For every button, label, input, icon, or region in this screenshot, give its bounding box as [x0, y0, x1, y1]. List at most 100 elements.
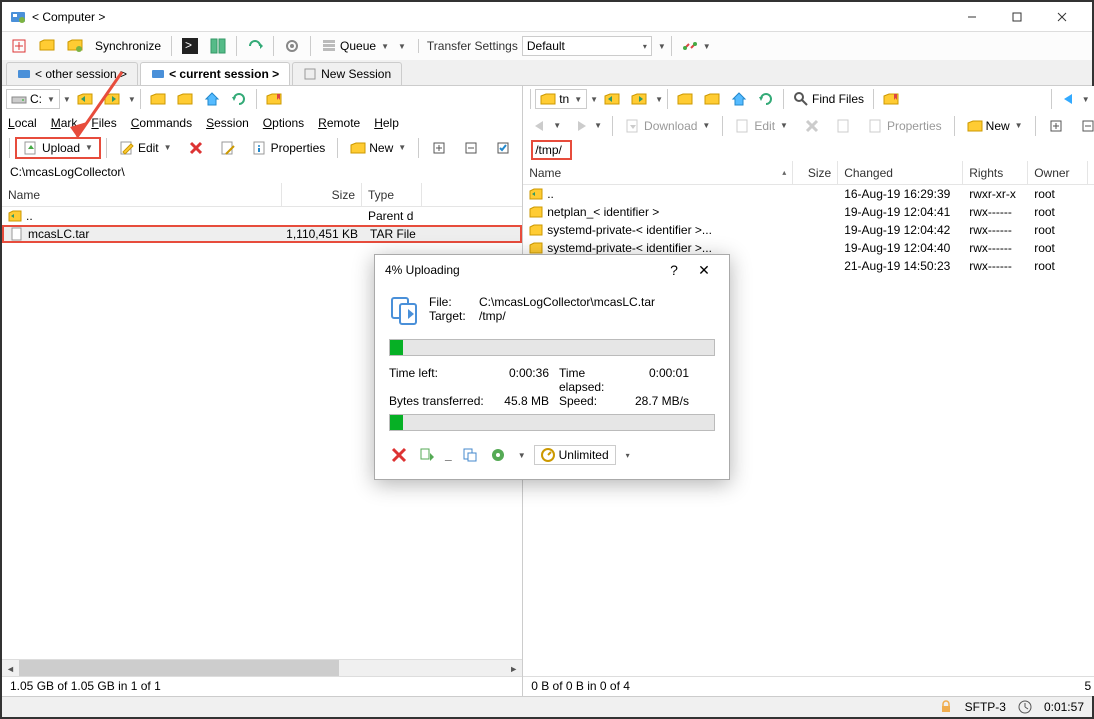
queue-button[interactable]: Queue▼ [316, 35, 394, 57]
remote-col-rights[interactable]: Rights [963, 161, 1028, 184]
reconnect-icon[interactable]: ▼ [677, 35, 716, 57]
cancel-transfer-button[interactable] [389, 445, 409, 465]
sites-icon[interactable] [34, 35, 60, 57]
close-button[interactable] [1039, 3, 1084, 31]
list-item[interactable]: mcasLC.tar 1,110,451 KB TAR File [2, 225, 522, 243]
time-left-value: 0:00:36 [489, 366, 549, 394]
local-col-name[interactable]: Name [2, 183, 282, 206]
select-icon[interactable] [488, 137, 518, 159]
menu-files[interactable]: Files [91, 116, 116, 130]
local-drive-select[interactable]: C:▼ [6, 89, 60, 109]
menu-help[interactable]: Help [374, 116, 399, 130]
remote-expand-icon[interactable] [1041, 115, 1071, 137]
parent-dir-icon [529, 187, 543, 201]
dialog-help-button[interactable]: ? [659, 262, 689, 278]
edit-button[interactable]: Edit▼ [112, 137, 179, 159]
overall-progress [389, 414, 715, 431]
tab-current-session[interactable]: < current session > [140, 62, 290, 85]
local-home-icon[interactable] [199, 88, 225, 110]
remote-rename-icon [829, 115, 859, 137]
local-forward-icon[interactable] [99, 88, 125, 110]
commander-icon[interactable] [205, 35, 231, 57]
minimize-button[interactable] [949, 3, 994, 31]
list-item[interactable]: netplan_< identifier > 19-Aug-19 12:04:4… [523, 203, 1094, 221]
remote-parent-icon[interactable] [672, 88, 698, 110]
local-parent-icon[interactable] [145, 88, 171, 110]
queue-transfer-button[interactable] [460, 445, 480, 465]
main-toolbar: Synchronize > Queue▼ ▼ Transfer Settings… [2, 32, 1092, 60]
new-session-icon[interactable] [6, 35, 32, 57]
local-col-size[interactable]: Size [282, 183, 362, 206]
remote-new-button[interactable]: New▼ [960, 115, 1030, 137]
tab-other-session[interactable]: < other session > [6, 62, 138, 85]
status-time-icon [1018, 700, 1032, 714]
remote-path-text: /tmp/ [531, 140, 572, 160]
delete-button[interactable] [181, 137, 211, 159]
local-path-text: C:\mcasLogCollector\ [10, 165, 125, 179]
tab-new-session[interactable]: New Session [292, 62, 402, 85]
upload-button[interactable]: Upload▼ [15, 137, 101, 159]
status-time: 0:01:57 [1044, 700, 1084, 714]
dialog-file-value: C:\mcasLogCollector\mcasLC.tar [479, 295, 655, 309]
synchronize-button[interactable]: Synchronize [90, 35, 166, 57]
titlebar: < Computer > [2, 2, 1092, 32]
remote-col-changed[interactable]: Changed [838, 161, 963, 184]
menu-remote[interactable]: Remote [318, 116, 360, 130]
speed-limit-select[interactable]: Unlimited [534, 445, 616, 465]
remote-col-owner[interactable]: Owner [1028, 161, 1088, 184]
list-item[interactable]: .. Parent d [2, 207, 522, 225]
minimize-transfer-button[interactable] [417, 445, 437, 465]
console-icon[interactable]: > [177, 35, 203, 57]
local-refresh-icon[interactable] [226, 88, 252, 110]
remote-refresh-icon[interactable] [753, 88, 779, 110]
dialog-title: 4% Uploading [385, 263, 659, 277]
remote-collapse-icon[interactable] [1073, 115, 1094, 137]
disconnect-after-button[interactable] [488, 445, 508, 465]
remote-properties-button: Properties [861, 115, 949, 137]
dialog-close-button[interactable]: ✕ [689, 262, 719, 279]
transfer-settings-select[interactable]: Default▾ [522, 36, 652, 56]
settings-icon[interactable] [279, 35, 305, 57]
parent-dir-icon [8, 209, 22, 223]
local-root-icon[interactable] [172, 88, 198, 110]
local-status: 1.05 GB of 1.05 GB in 1 of 1 [2, 676, 522, 696]
sync-browse-icon[interactable] [242, 35, 268, 57]
menu-local[interactable]: Local [8, 116, 37, 130]
transfer-icon [389, 295, 421, 327]
find-files-button[interactable]: Find Files [788, 88, 869, 110]
new-button[interactable]: New▼ [343, 137, 413, 159]
maximize-button[interactable] [994, 3, 1039, 31]
local-scrollbar[interactable]: ◄ ► [2, 659, 522, 676]
remote-home-icon[interactable] [726, 88, 752, 110]
remote-status: 0 B of 0 B in 0 of 4 5 hidden [523, 676, 1094, 696]
remote-col-name[interactable]: Name▴ [523, 161, 793, 184]
properties-button[interactable]: Properties [245, 137, 333, 159]
menu-session[interactable]: Session [206, 116, 249, 130]
rename-icon[interactable] [213, 137, 243, 159]
list-item[interactable]: systemd-private-< identifier >... 19-Aug… [523, 221, 1094, 239]
expand-icon[interactable] [424, 137, 454, 159]
compare-icon[interactable] [62, 35, 88, 57]
list-item[interactable]: .. 16-Aug-19 16:29:39 rwxr-xr-x root [523, 185, 1094, 203]
nav-back-icon[interactable]: ▼ [1056, 88, 1094, 110]
menu-options[interactable]: Options [263, 116, 304, 130]
bytes-value: 45.8 MB [489, 394, 549, 408]
menu-commands[interactable]: Commands [131, 116, 192, 130]
upload-dialog: 4% Uploading ? ✕ File:C:\mcasLogCollecto… [374, 254, 730, 480]
collapse-icon[interactable] [456, 137, 486, 159]
remote-path-bar: /tmp/ [523, 139, 1094, 161]
remote-bookmark-icon[interactable] [878, 88, 904, 110]
local-col-type[interactable]: Type [362, 183, 422, 206]
statusbar: SFTP-3 0:01:57 [2, 696, 1092, 717]
remote-back-icon[interactable] [599, 88, 625, 110]
remote-col-size[interactable]: Size [793, 161, 838, 184]
remote-forward-icon[interactable] [626, 88, 652, 110]
remote-drive-select[interactable]: tn▼ [535, 89, 587, 109]
menu-mark[interactable]: Mark [51, 116, 78, 130]
file-progress [389, 339, 715, 356]
status-protocol: SFTP-3 [965, 700, 1006, 714]
local-back-icon[interactable] [72, 88, 98, 110]
remote-root-icon[interactable] [699, 88, 725, 110]
local-bookmark-icon[interactable] [261, 88, 287, 110]
menubar: Local Mark Files Commands Session Option… [2, 112, 522, 134]
